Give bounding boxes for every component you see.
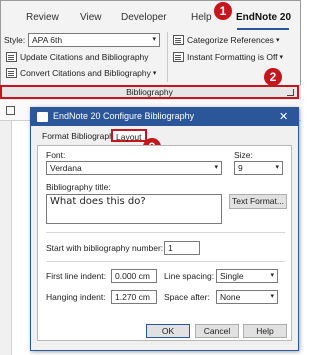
bibliography-title-label: Bibliography title: bbox=[46, 182, 111, 192]
cancel-button[interactable]: Cancel bbox=[195, 324, 239, 338]
tab-review[interactable]: Review bbox=[26, 12, 59, 23]
callout-badge-1: 1 bbox=[214, 2, 232, 20]
line-spacing-label: Line spacing: bbox=[164, 271, 215, 281]
convert-citations-button[interactable]: Convert Citations and Bibliography ▾ bbox=[6, 68, 156, 78]
instant-formatting-icon bbox=[173, 52, 184, 62]
update-citations-button[interactable]: Update Citations and Bibliography bbox=[6, 52, 149, 62]
layout-panel: Font: Verdana ▾ Size: 9 ▾ Bibliography t… bbox=[37, 145, 292, 341]
size-value: 9 bbox=[238, 163, 243, 173]
space-after-label: Space after: bbox=[164, 292, 210, 302]
tab-developer[interactable]: Developer bbox=[121, 12, 167, 23]
tab-help[interactable]: Help bbox=[191, 12, 212, 23]
instant-formatting-label: Instant Formatting is Off bbox=[187, 52, 278, 62]
size-select[interactable]: 9 ▾ bbox=[234, 161, 283, 175]
first-line-indent-field[interactable]: 0.000 cm bbox=[111, 269, 157, 283]
tab-layout[interactable]: Layout bbox=[111, 129, 147, 142]
chevron-down-icon: ▾ bbox=[270, 293, 274, 300]
categorize-references-button[interactable]: Categorize References ▾ bbox=[173, 35, 279, 45]
dialog-launcher-icon[interactable] bbox=[287, 89, 294, 96]
style-label: Style: bbox=[4, 35, 26, 45]
active-tab-indicator bbox=[237, 28, 289, 30]
update-icon bbox=[6, 52, 17, 62]
divider bbox=[46, 261, 285, 262]
space-after-select[interactable]: None ▾ bbox=[216, 290, 278, 304]
line-spacing-value: Single bbox=[220, 271, 244, 281]
chevron-down-icon: ▾ bbox=[279, 54, 284, 61]
update-citations-label: Update Citations and Bibliography bbox=[20, 52, 149, 62]
style-value: APA 6th bbox=[32, 35, 63, 45]
tab-view[interactable]: View bbox=[80, 12, 102, 23]
convert-citations-label: Convert Citations and Bibliography bbox=[20, 68, 151, 78]
vertical-ruler bbox=[0, 121, 12, 355]
style-select[interactable]: APA 6th ▾ bbox=[28, 33, 160, 47]
callout-badge-2: 2 bbox=[264, 68, 282, 86]
instant-formatting-button[interactable]: Instant Formatting is Off ▾ bbox=[173, 52, 283, 62]
chevron-down-icon: ▾ bbox=[152, 70, 157, 77]
endnote-icon bbox=[37, 112, 48, 122]
start-number-label: Start with bibliography number: bbox=[46, 243, 164, 253]
chevron-down-icon: ▾ bbox=[275, 37, 280, 44]
hanging-indent-label: Hanging indent: bbox=[46, 292, 106, 302]
dialog-title: EndNote 20 Configure Bibliography bbox=[53, 111, 195, 121]
line-spacing-select[interactable]: Single ▾ bbox=[216, 269, 278, 283]
bibliography-group-label: Bibliography bbox=[0, 85, 299, 99]
document-icon bbox=[6, 106, 15, 115]
help-button[interactable]: Help bbox=[243, 324, 287, 338]
convert-icon bbox=[6, 68, 17, 78]
font-select[interactable]: Verdana ▾ bbox=[46, 161, 222, 175]
text-format-button[interactable]: Text Format... bbox=[229, 194, 287, 209]
start-number-field[interactable]: 1 bbox=[164, 241, 200, 255]
configure-bibliography-dialog: EndNote 20 Configure Bibliography ✕ Form… bbox=[30, 107, 299, 351]
chevron-down-icon: ▾ bbox=[270, 272, 274, 279]
hanging-indent-field[interactable]: 1.270 cm bbox=[111, 290, 157, 304]
close-icon[interactable]: ✕ bbox=[279, 110, 288, 123]
size-label: Size: bbox=[234, 150, 253, 160]
space-after-value: None bbox=[220, 292, 241, 302]
categorize-label: Categorize References bbox=[187, 35, 274, 45]
categorize-icon bbox=[173, 35, 184, 45]
tab-format-bibliography[interactable]: Format Bibliography bbox=[39, 130, 121, 143]
font-value: Verdana bbox=[50, 163, 82, 173]
tab-endnote[interactable]: EndNote 20 bbox=[236, 12, 291, 23]
divider bbox=[46, 232, 285, 233]
bibliography-title-field[interactable]: What does this do? bbox=[46, 194, 222, 224]
chevron-down-icon: ▾ bbox=[152, 36, 156, 43]
chevron-down-icon: ▾ bbox=[214, 164, 218, 171]
font-label: Font: bbox=[46, 150, 66, 160]
ok-button[interactable]: OK bbox=[146, 324, 190, 338]
chevron-down-icon: ▾ bbox=[275, 164, 279, 171]
ribbon-separator bbox=[167, 32, 168, 82]
first-line-indent-label: First line indent: bbox=[46, 271, 106, 281]
